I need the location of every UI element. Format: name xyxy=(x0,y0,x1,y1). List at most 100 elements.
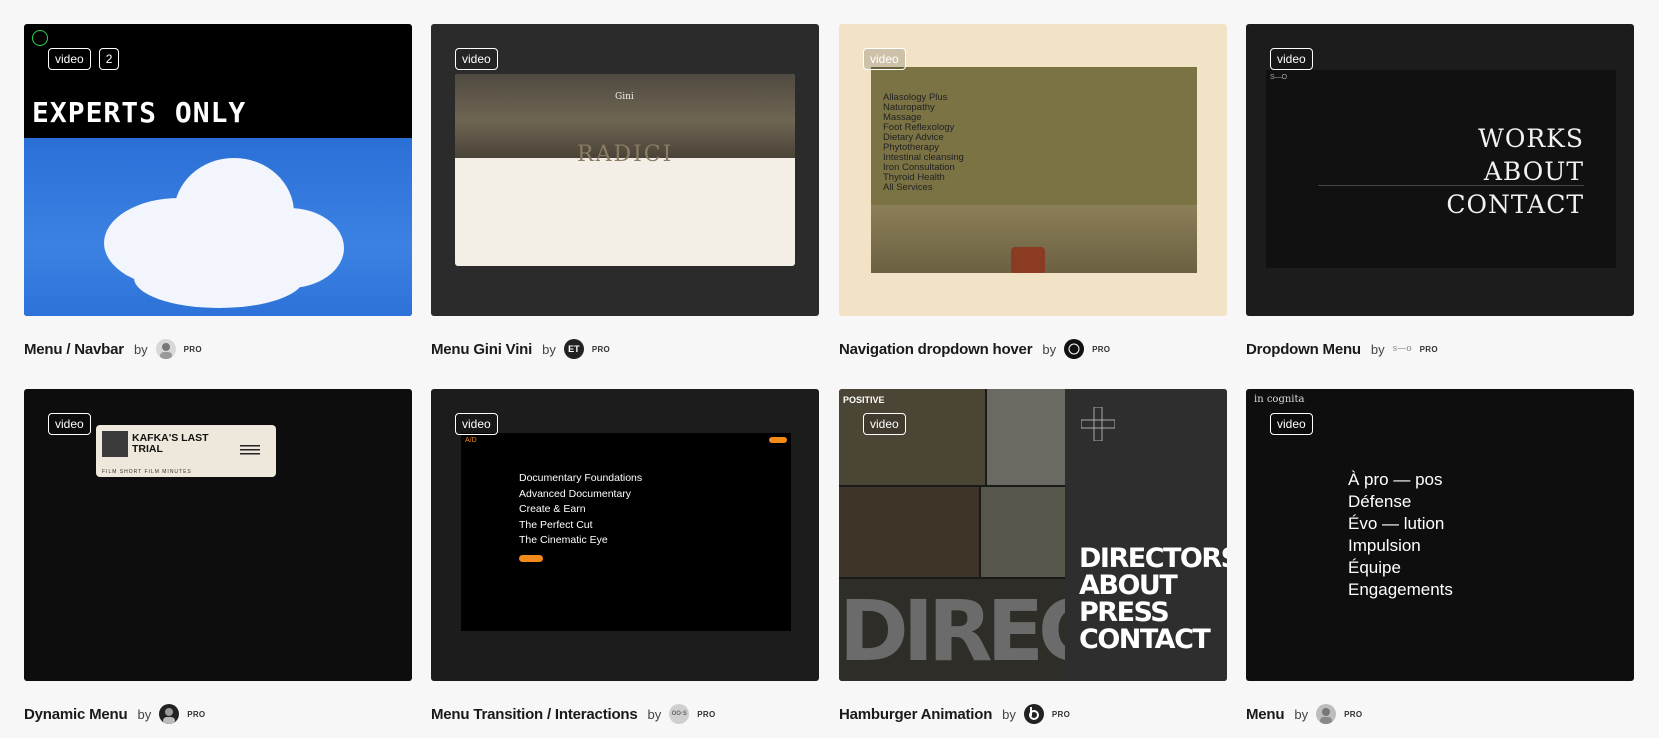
preview-screen: Gini RADICI xyxy=(455,74,795,266)
variants-count-badge: 2 xyxy=(98,48,120,70)
author-avatar[interactable] xyxy=(1023,704,1044,724)
card-thumbnail[interactable]: video Allasology Plus Naturopathy Massag… xyxy=(839,24,1227,316)
by-label: by xyxy=(137,706,152,722)
menu-item: ABOUT xyxy=(1079,570,1178,601)
by-label: by xyxy=(647,706,662,722)
menu-item: Documentary Foundations xyxy=(519,472,643,484)
menu-item: The Perfect Cut xyxy=(519,518,593,531)
b-logo-icon xyxy=(1028,707,1039,720)
card-thumbnail[interactable]: video 2 EXPERTS ONLY xyxy=(24,24,412,316)
dropdown-list: Allasology Plus Naturopathy Massage Foot… xyxy=(883,93,964,193)
video-badge: video xyxy=(455,413,498,435)
menu-item: Engagements xyxy=(1348,580,1453,599)
by-label: by xyxy=(542,341,556,357)
card-title[interactable]: Menu Gini Vini xyxy=(431,341,532,358)
menu-item: Évo — lution xyxy=(1348,514,1445,533)
card-title[interactable]: Dynamic Menu xyxy=(24,706,128,723)
video-badge: video xyxy=(48,413,91,435)
preview-screen: A/D Documentary Foundations Advanced Doc… xyxy=(461,433,791,631)
cta-pill xyxy=(519,555,543,562)
site-logo: POSITIVE xyxy=(843,395,885,405)
preview-screen: S—O WORKS ABOUT CONTACT xyxy=(1266,70,1616,268)
agency-logo-icon xyxy=(1068,343,1080,355)
hamburger-icon xyxy=(240,445,260,455)
nav-item: WORKS xyxy=(1478,124,1584,153)
pro-badge: PRO xyxy=(1051,709,1071,719)
preview-screen: Allasology Plus Naturopathy Massage Foot… xyxy=(871,67,1197,273)
card-title[interactable]: Menu / Navbar xyxy=(24,341,124,358)
menu-item: Défense xyxy=(1348,492,1412,511)
menu-item: PRESS xyxy=(1079,597,1170,628)
hero-word: RADICI xyxy=(577,142,674,167)
gallery-card-navigation-dropdown-hover[interactable]: video Allasology Plus Naturopathy Massag… xyxy=(839,24,1227,360)
author-photo-icon xyxy=(163,708,176,724)
card-thumbnail[interactable]: POSITIVE DIRECTO DIRECTORS ABOUT PRESS C… xyxy=(839,389,1227,681)
card-thumbnail[interactable]: video S—O WORKS ABOUT CONTACT xyxy=(1246,24,1634,316)
video-badge: video xyxy=(455,48,498,70)
pro-badge: PRO xyxy=(697,709,716,719)
card-title[interactable]: Hamburger Animation xyxy=(839,706,992,723)
directors-menu: DIRECTORS ABOUT PRESS CONTACT xyxy=(1079,545,1227,653)
menu-pill-button xyxy=(769,437,787,443)
author-avatar[interactable]: OO·S xyxy=(669,704,690,724)
ticket-menu: KAFKA'S LAST TRIAL FILM SHORT FILM MINUT… xyxy=(96,425,276,477)
nav-item: CONTACT xyxy=(1446,190,1584,219)
menu-item: CONTACT xyxy=(1079,624,1211,655)
author-avatar[interactable]: ET xyxy=(563,339,584,359)
gallery-card-hamburger-animation[interactable]: POSITIVE DIRECTO DIRECTORS ABOUT PRESS C… xyxy=(839,389,1227,725)
menu-item: Create & Earn xyxy=(519,503,586,515)
video-badge: video xyxy=(1270,413,1313,435)
author-photo-icon xyxy=(1320,708,1333,724)
gallery-card-menu-transition[interactable]: video A/D Documentary Foundations Advanc… xyxy=(431,389,819,725)
video-badge: video xyxy=(48,48,91,70)
gallery-card-dropdown-menu[interactable]: video S—O WORKS ABOUT CONTACT Dropdown M… xyxy=(1246,24,1634,360)
dropdown-item: All Services xyxy=(883,182,933,193)
ticket-title: KAFKA'S LAST TRIAL xyxy=(132,432,209,455)
nav-item: ABOUT xyxy=(1483,157,1584,186)
menu-item: Impulsion xyxy=(1348,536,1421,555)
brand-logo: Gini xyxy=(615,92,634,102)
close-cross-icon xyxy=(1081,407,1115,441)
site-logo: in cognita xyxy=(1254,394,1305,405)
card-thumbnail[interactable]: video KAFKA'S LAST TRIAL FILM SHORT FILM… xyxy=(24,389,412,681)
card-thumbnail[interactable]: video A/D Documentary Foundations Advanc… xyxy=(431,389,819,681)
menu-item: Équipe xyxy=(1348,558,1401,577)
gallery-card-dynamic-menu[interactable]: video KAFKA'S LAST TRIAL FILM SHORT FILM… xyxy=(24,389,412,725)
by-label: by xyxy=(133,341,148,357)
by-label: by xyxy=(1294,706,1309,722)
video-badge: video xyxy=(863,48,906,70)
pro-badge: PRO xyxy=(591,344,611,354)
author-avatar[interactable] xyxy=(1316,704,1337,724)
ticket-subtitle: FILM SHORT FILM MINUTES xyxy=(102,469,192,475)
by-label: by xyxy=(1370,341,1385,357)
gallery-card-menu-gini-vini[interactable]: video Gini RADICI Menu Gini Vini by ET P… xyxy=(431,24,819,360)
gallery-card-menu[interactable]: in cognita video À pro — pos Défense Évo… xyxy=(1246,389,1634,725)
sky-image xyxy=(24,138,412,316)
card-thumbnail[interactable]: in cognita video À pro — pos Défense Évo… xyxy=(1246,389,1634,681)
component-gallery-grid: video 2 EXPERTS ONLY Menu / Navbar by PR… xyxy=(0,0,1659,738)
menu-item: À pro — pos xyxy=(1348,470,1443,489)
card-thumbnail[interactable]: video Gini RADICI xyxy=(431,24,819,316)
author-avatar[interactable]: s—o xyxy=(1393,339,1412,359)
by-label: by xyxy=(1042,341,1057,357)
course-menu: Documentary Foundations Advanced Documen… xyxy=(519,471,642,549)
pro-badge: PRO xyxy=(1092,344,1111,354)
card-title[interactable]: Menu xyxy=(1246,706,1285,723)
pro-badge: PRO xyxy=(183,344,202,354)
author-avatar[interactable] xyxy=(155,339,176,359)
site-logo: A/D xyxy=(465,437,477,444)
gallery-card-menu-navbar[interactable]: video 2 EXPERTS ONLY Menu / Navbar by PR… xyxy=(24,24,412,360)
french-menu: À pro — pos Défense Évo — lution Impulsi… xyxy=(1348,469,1453,601)
card-title[interactable]: Menu Transition / Interactions xyxy=(431,706,638,723)
nav-menu: WORKS ABOUT CONTACT xyxy=(1446,122,1584,221)
by-label: by xyxy=(1002,706,1016,722)
author-avatar[interactable] xyxy=(159,704,180,724)
vase-shape xyxy=(1011,247,1045,273)
video-badge: video xyxy=(1270,48,1313,70)
card-title[interactable]: Dropdown Menu xyxy=(1246,341,1361,358)
author-photo-icon xyxy=(159,343,172,359)
author-avatar[interactable] xyxy=(1064,339,1085,359)
site-logo: S—O xyxy=(1270,74,1288,81)
pro-badge: PRO xyxy=(187,709,206,719)
card-title[interactable]: Navigation dropdown hover xyxy=(839,341,1033,358)
